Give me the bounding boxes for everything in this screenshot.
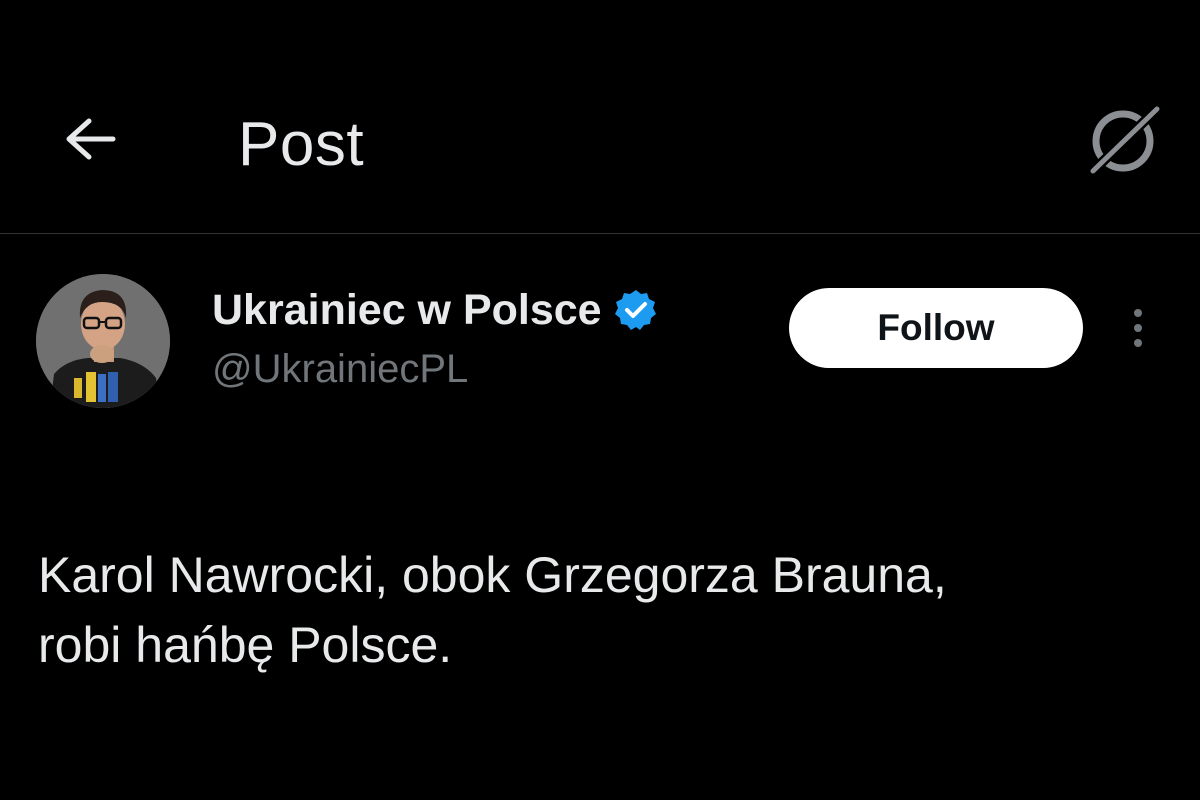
arrow-left-icon (66, 118, 116, 160)
follow-button[interactable]: Follow (789, 288, 1083, 368)
avatar-image (36, 274, 170, 408)
header-divider (0, 233, 1200, 234)
dot (1134, 309, 1142, 317)
post-text: Karol Nawrocki, obok Grzegorza Brauna, r… (38, 540, 1178, 680)
post-text-line: Karol Nawrocki, obok Grzegorza Brauna, (38, 547, 947, 603)
top-bar: Post (0, 0, 1200, 233)
back-button[interactable] (52, 108, 126, 170)
author-name[interactable]: Ukrainiec w Polsce (212, 285, 658, 335)
verified-badge-icon (614, 288, 658, 332)
page-title: Post (238, 110, 365, 179)
dot (1134, 324, 1142, 332)
dot (1134, 339, 1142, 347)
post-text-line: robi hańbę Polsce. (38, 617, 453, 673)
grok-icon (1086, 102, 1163, 178)
author-handle[interactable]: @UkrainiecPL (212, 345, 468, 393)
avatar[interactable] (36, 274, 170, 408)
author-name-text: Ukrainiec w Polsce (212, 286, 602, 334)
more-vertical-icon[interactable] (1118, 300, 1158, 356)
grok-button[interactable] (1080, 100, 1166, 182)
